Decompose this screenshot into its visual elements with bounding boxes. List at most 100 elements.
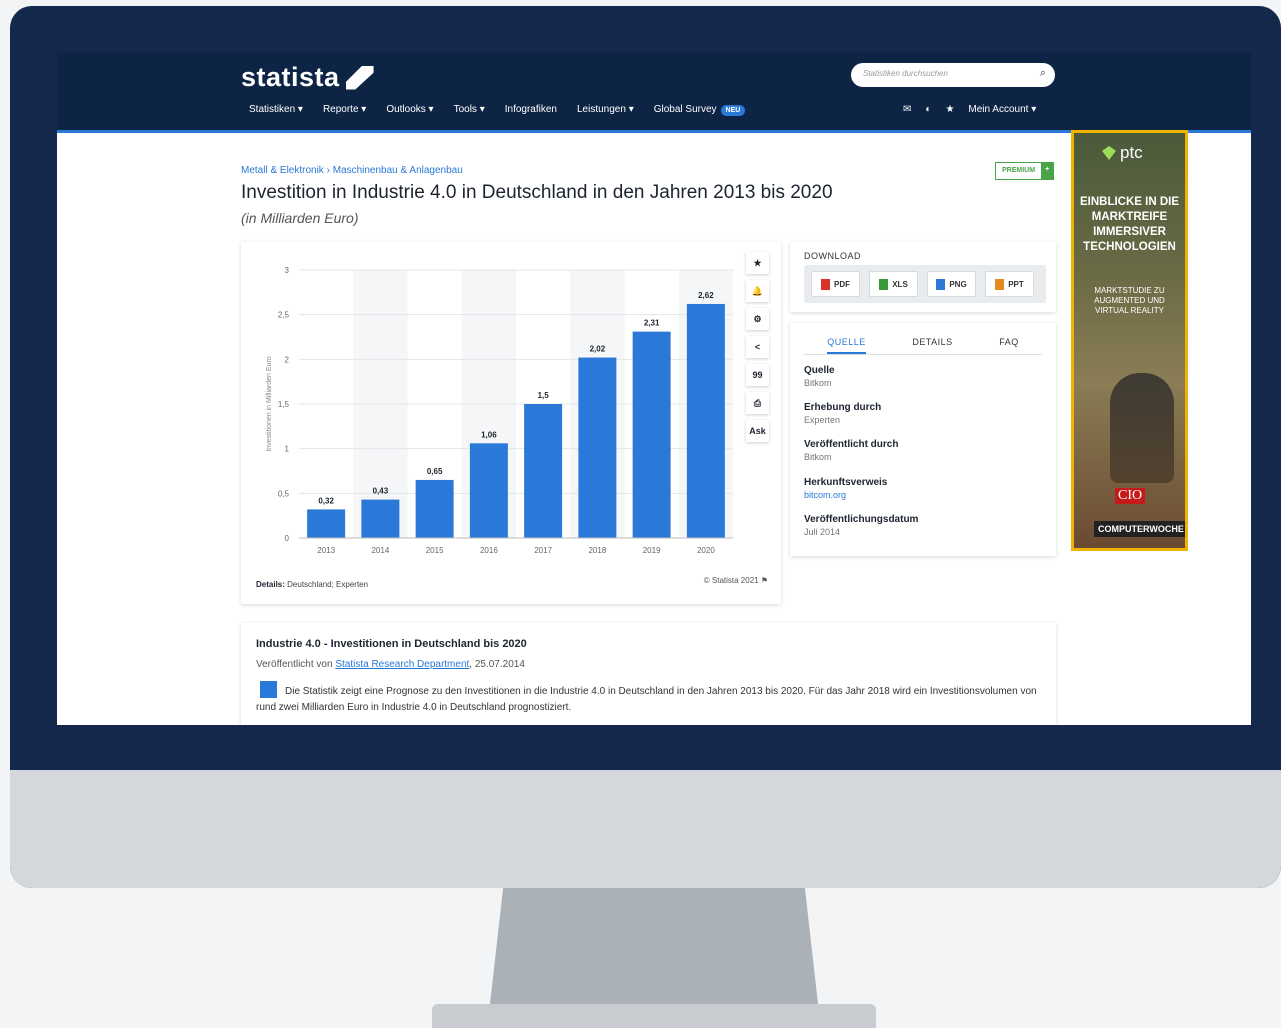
statista-logo[interactable]: statista: [241, 62, 374, 93]
ask-button[interactable]: Ask: [746, 420, 769, 442]
bar: [415, 479, 454, 538]
details-label: Details:: [256, 580, 285, 589]
y-tick-label: 1: [285, 445, 290, 454]
bar: [686, 303, 725, 538]
search-input[interactable]: Statistiken durchsuchen ⌕: [851, 63, 1055, 87]
computerwoche-logo: COMPUTERWOCHE: [1094, 521, 1185, 537]
search-placeholder: Statistiken durchsuchen: [863, 69, 948, 78]
bar-value-label: 0,43: [373, 487, 389, 496]
y-tick-label: 2: [285, 355, 290, 364]
nav-global-survey-label: Global Survey: [653, 104, 717, 115]
ad-person-image: [1110, 373, 1174, 483]
x-tick-label: 2017: [534, 546, 552, 555]
ppt-label: PPT: [1008, 279, 1024, 289]
download-xls-button[interactable]: XLS: [869, 271, 918, 297]
account-bar: ✉ ◐ ★ Mein Account ▾: [903, 104, 1036, 115]
details-value: Deutschland; Experten: [287, 580, 369, 589]
ptc-brand: ptc: [1120, 143, 1143, 162]
nav-reporte[interactable]: Reporte ▾: [323, 104, 366, 115]
bar-value-label: 2,31: [644, 319, 660, 328]
logo-mark-icon: [345, 65, 374, 90]
pdf-file-icon: [821, 278, 830, 290]
bar: [361, 499, 400, 538]
settings-gear-icon[interactable]: ⚙: [746, 308, 769, 330]
source-herkunft-link[interactable]: bitcom.org: [804, 490, 887, 500]
chart-toolbar: ★ 🔔 ⚙ < 99 ⎙ Ask: [746, 252, 769, 442]
share-icon[interactable]: <: [746, 336, 769, 358]
breadcrumb[interactable]: Metall & Elektronik › Maschinenbau & Anl…: [241, 165, 463, 176]
top-navigation: statista Statistiken ▾ Reporte ▾ Outlook…: [57, 52, 1251, 133]
y-tick-label: 2,5: [278, 311, 290, 320]
account-menu[interactable]: Mein Account ▾: [968, 104, 1036, 115]
history-icon[interactable]: ◐: [925, 104, 931, 115]
print-icon[interactable]: ⎙: [746, 392, 769, 414]
source-erhebung-label: Erhebung durch: [804, 402, 882, 413]
bar: [307, 509, 346, 538]
description-title: Industrie 4.0 - Investitionen in Deutsch…: [256, 638, 527, 650]
source-datum: Veröffentlichungsdatum Juli 2014: [804, 514, 918, 537]
screen: statista Statistiken ▾ Reporte ▾ Outlook…: [57, 52, 1251, 725]
monitor-foot: [432, 1004, 876, 1028]
favorite-star-icon[interactable]: ★: [746, 252, 769, 274]
source-herkunft-label: Herkunftsverweis: [804, 477, 888, 488]
logo-text: statista: [241, 62, 340, 92]
nav-leistungen[interactable]: Leistungen ▾: [577, 104, 634, 115]
cio-logo: CIO: [1115, 488, 1146, 504]
source-erhebung: Erhebung durch Experten: [804, 402, 881, 425]
source-veroeffentlicht-value: Bitkom: [804, 452, 832, 462]
png-label: PNG: [949, 279, 967, 289]
bar-value-label: 0,65: [427, 467, 443, 476]
x-tick-label: 2016: [480, 546, 498, 555]
bar: [578, 357, 617, 538]
download-title: DOWNLOAD: [804, 251, 862, 261]
bar-chart: 0 0,5 1 1,5 2 2,5 3 Investitionen in Milliarden…: [266, 266, 733, 555]
source-veroeffentlicht: Veröffentlicht durch Bitkom: [804, 439, 898, 462]
download-png-button[interactable]: PNG: [927, 271, 976, 297]
bar-value-label: 1,5: [538, 391, 550, 400]
source-erhebung-value: Experten: [804, 415, 841, 425]
nav-outlooks[interactable]: Outlooks ▾: [386, 104, 433, 115]
download-ppt-button[interactable]: PPT: [985, 271, 1034, 297]
download-card: DOWNLOAD PDF XLS PNG PPT: [790, 242, 1056, 312]
page-subtitle: (in Milliarden Euro): [241, 210, 359, 226]
tab-faq[interactable]: FAQ: [999, 333, 1019, 354]
x-tick-label: 2019: [643, 546, 661, 555]
nav-infografiken[interactable]: Infografiken: [505, 104, 557, 115]
source-datum-value: Juli 2014: [804, 527, 841, 537]
publisher-link[interactable]: Statista Research Department: [335, 659, 469, 670]
favorites-star-icon[interactable]: ★: [945, 104, 954, 115]
mail-icon[interactable]: ✉: [903, 104, 911, 115]
publish-date: , 25.07.2014: [469, 659, 525, 670]
description-card: Industrie 4.0 - Investitionen in Deutsch…: [241, 623, 1056, 725]
ptc-logo-icon: [1102, 146, 1116, 160]
monitor-stand: [490, 888, 818, 1004]
search-icon[interactable]: ⌕: [1040, 67, 1046, 80]
source-quelle-label: Quelle: [804, 365, 835, 376]
cite-quote-icon[interactable]: 99: [746, 364, 769, 386]
ad-headline: EINBLICKE IN DIE MARKTREIFE IMMERSIVER T…: [1079, 196, 1180, 253]
download-pdf-button[interactable]: PDF: [811, 271, 860, 297]
nav-statistiken[interactable]: Statistiken ▾: [249, 104, 303, 115]
main-nav: Statistiken ▾ Reporte ▾ Outlooks ▾ Tools…: [249, 104, 746, 116]
y-tick-label: 0,5: [278, 489, 290, 498]
tab-quelle[interactable]: QUELLE: [827, 333, 866, 354]
premium-label: PREMIUM: [1002, 167, 1036, 174]
chart-card: 0 0,5 1 1,5 2 2,5 3 Investitionen in Milliarden…: [241, 242, 781, 604]
notification-bell-icon[interactable]: 🔔: [746, 280, 769, 302]
xls-file-icon: [879, 278, 889, 290]
y-tick-label: 1,5: [278, 400, 290, 409]
source-herkunft: Herkunftsverweis bitcom.org: [804, 477, 887, 500]
neu-badge: NEU: [720, 105, 746, 116]
description-text: Die Statistik zeigt eine Prognose zu den…: [256, 686, 1037, 713]
nav-global-survey[interactable]: Global Survey NEU: [653, 104, 746, 116]
bar: [632, 331, 671, 538]
nav-tools[interactable]: Tools ▾: [454, 104, 485, 115]
source-quelle: Quelle Bitkom: [804, 365, 835, 388]
ad-banner[interactable]: ptc EINBLICKE IN DIE MARKTREIFE IMMERSIV…: [1071, 130, 1188, 551]
ad-subline: MARKTSTUDIE ZU AUGMENTED UND VIRTUAL REA…: [1094, 286, 1165, 315]
png-file-icon: [936, 278, 946, 290]
premium-badge[interactable]: PREMIUM +: [995, 162, 1055, 180]
bar-value-label: 0,32: [318, 496, 334, 505]
tab-details[interactable]: DETAILS: [912, 333, 952, 354]
publisher-prefix: Veröffentlicht von: [256, 659, 333, 670]
